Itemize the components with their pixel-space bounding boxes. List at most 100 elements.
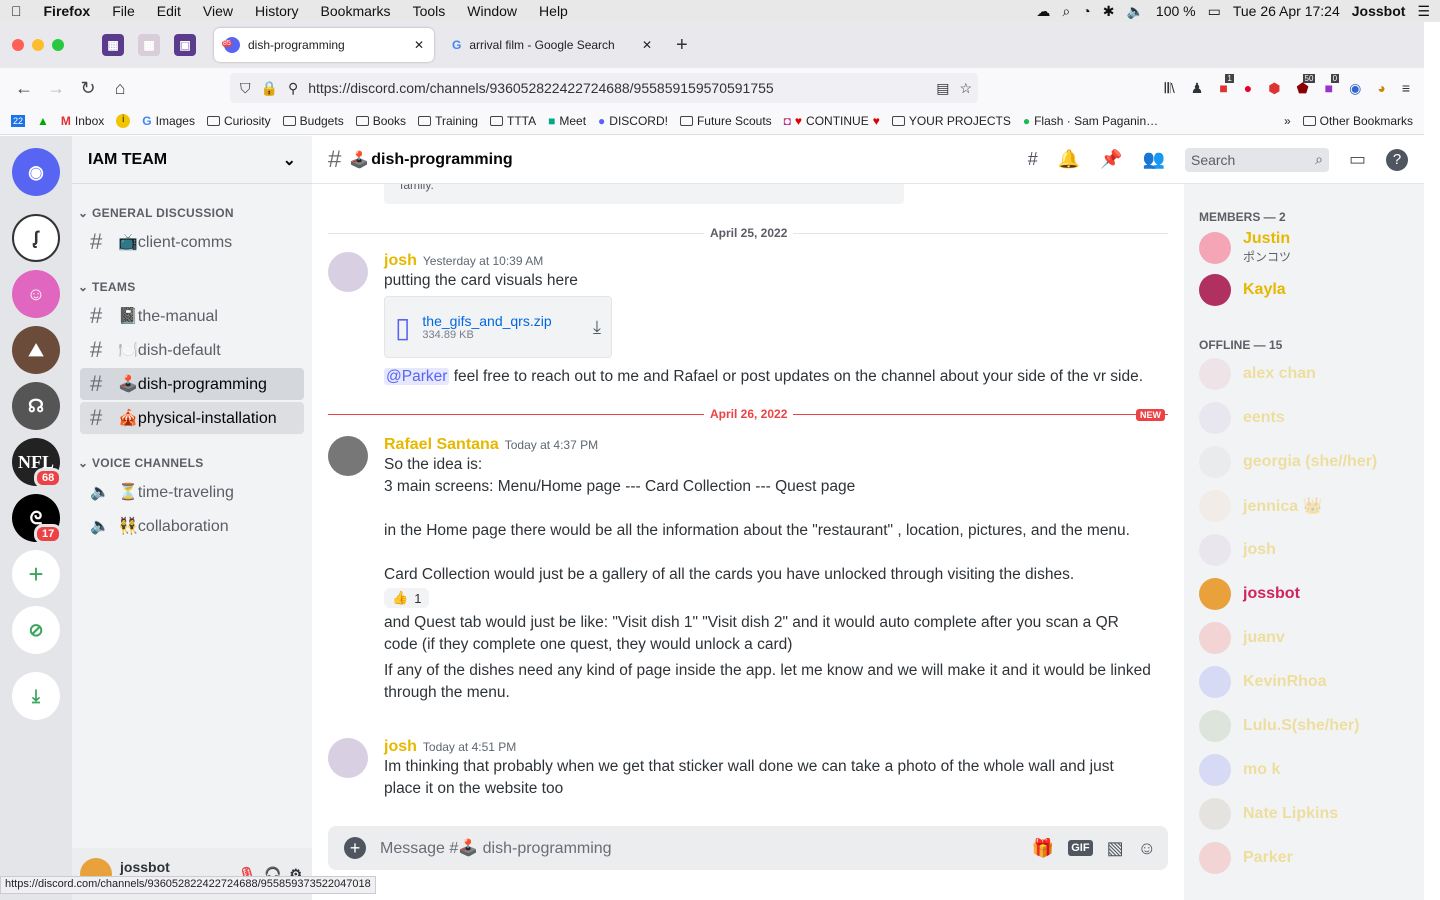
server-robot[interactable]: ☊ bbox=[12, 382, 60, 430]
member-offline[interactable]: eents bbox=[1199, 402, 1285, 434]
extension-monkey-icon[interactable]: ◕ bbox=[1377, 80, 1385, 96]
bookmark-star-icon[interactable]: ☆ bbox=[959, 80, 972, 97]
channel-dish-programming[interactable]: # 🕹️dish-programming bbox=[80, 368, 304, 400]
channel-the-manual[interactable]: # 📓the-manual bbox=[80, 300, 304, 332]
menu-window[interactable]: Window bbox=[456, 3, 528, 19]
extension-icon[interactable]: ♟ bbox=[1191, 80, 1204, 97]
bookmark-training[interactable]: Training bbox=[415, 114, 481, 128]
category-general[interactable]: ⌄ GENERAL DISCUSSION bbox=[78, 206, 234, 220]
member-offline[interactable]: josh bbox=[1199, 534, 1276, 566]
adblock-icon[interactable]: ⬢ bbox=[1268, 80, 1280, 97]
member-offline[interactable]: juanv bbox=[1199, 622, 1285, 654]
menu-file[interactable]: File bbox=[101, 3, 146, 19]
search-icon[interactable]: ⌕ bbox=[1062, 3, 1070, 20]
bookmark-your-projects[interactable]: YOUR PROJECTS bbox=[889, 114, 1014, 128]
channel-physical-installation[interactable]: # 🎪physical-installation bbox=[80, 402, 304, 434]
emoji-picker-icon[interactable]: ☺ bbox=[1138, 838, 1156, 859]
maximize-window-button[interactable] bbox=[52, 39, 64, 51]
gif-button[interactable]: GIF bbox=[1068, 840, 1093, 856]
reaction-thumbs-up[interactable]: 👍 1 bbox=[384, 588, 430, 608]
pinned-tab-trello[interactable]: ▦ bbox=[102, 34, 124, 56]
user-menu[interactable]: Jossbot bbox=[1352, 3, 1406, 19]
search-input[interactable]: Search ⌕ bbox=[1184, 147, 1329, 172]
bookmark-drive[interactable]: ▲ bbox=[34, 114, 52, 128]
avatar[interactable] bbox=[328, 436, 368, 476]
clock[interactable]: Tue 26 Apr 17:24 bbox=[1233, 3, 1340, 19]
creative-cloud-icon[interactable]: ☁ bbox=[1036, 3, 1050, 20]
volume-icon[interactable]: 🔈 bbox=[1126, 3, 1143, 20]
back-icon[interactable]: ← bbox=[8, 78, 40, 99]
gift-icon[interactable]: 🎁 bbox=[1032, 838, 1054, 859]
minimize-window-button[interactable] bbox=[32, 39, 44, 51]
menu-tools[interactable]: Tools bbox=[402, 3, 457, 19]
bookmark-inbox[interactable]: M Inbox bbox=[58, 114, 107, 128]
pinterest-icon[interactable]: ● bbox=[1244, 80, 1252, 96]
pinned-tab-2[interactable]: ▦ bbox=[138, 34, 160, 56]
bluetooth-icon[interactable]: ✱ bbox=[1103, 3, 1115, 20]
bookmark-info[interactable]: i bbox=[113, 114, 133, 128]
user-mention[interactable]: @Parker bbox=[384, 368, 450, 385]
battery-icon[interactable]: ▭ bbox=[1208, 3, 1221, 20]
more-bookmarks-chevron-icon[interactable]: » bbox=[1281, 114, 1294, 128]
channel-dish-default[interactable]: # 🍽️dish-default bbox=[80, 334, 304, 366]
message-composer[interactable]: + Message #🕹️ dish-programming 🎁 GIF ▧ ☺ bbox=[328, 826, 1168, 870]
extension-todoist-icon[interactable]: ■ 1 bbox=[1219, 74, 1234, 96]
help-icon[interactable]: ? bbox=[1386, 148, 1408, 171]
hamburger-menu-icon[interactable]: ≡ bbox=[1402, 80, 1410, 96]
menu-edit[interactable]: Edit bbox=[146, 3, 192, 19]
url-bar[interactable]: ⛉ 🔒 ⚲ https://discord.com/channels/93605… bbox=[230, 73, 978, 103]
extension-blue-icon[interactable]: ◉ bbox=[1349, 80, 1361, 97]
download-apps-icon[interactable]: ⤓ bbox=[12, 672, 60, 720]
member-offline[interactable]: georgia (she//her) bbox=[1199, 446, 1377, 478]
category-voice[interactable]: ⌄ VOICE CHANNELS bbox=[78, 456, 204, 470]
member-offline[interactable]: KevinRhoa bbox=[1199, 666, 1327, 698]
permissions-icon[interactable]: ⚲ bbox=[288, 80, 298, 97]
member-offline[interactable]: Lulu.S(she/her) bbox=[1199, 710, 1359, 742]
bookmark-ttta[interactable]: TTTA bbox=[487, 114, 539, 128]
menu-bookmarks[interactable]: Bookmarks bbox=[310, 3, 402, 19]
message-input-placeholder[interactable]: Message #🕹️ dish-programming bbox=[380, 838, 1018, 858]
extension-purple-icon[interactable]: ■ 0 bbox=[1325, 74, 1340, 96]
avatar[interactable] bbox=[328, 252, 368, 292]
server-colorful[interactable]: ☺ bbox=[12, 270, 60, 318]
member-list-icon[interactable]: 👥 bbox=[1143, 149, 1165, 170]
bookmark-images[interactable]: G Images bbox=[139, 114, 198, 128]
server-iam-team[interactable]: ⛰ bbox=[12, 326, 60, 374]
member-offline[interactable]: mo k bbox=[1199, 754, 1280, 786]
discord-home-icon[interactable]: ◉ bbox=[12, 148, 60, 196]
member-offline[interactable]: Nate Lipkins bbox=[1199, 798, 1338, 830]
menu-help[interactable]: Help bbox=[528, 3, 579, 19]
new-tab-icon[interactable]: + bbox=[676, 34, 688, 57]
close-tab-icon[interactable]: ✕ bbox=[414, 38, 424, 52]
bookmark-books[interactable]: Books bbox=[353, 114, 409, 128]
tab-dish-programming[interactable]: 85 dish-programming ✕ bbox=[214, 28, 434, 62]
reader-view-icon[interactable]: ▤ bbox=[936, 80, 949, 97]
voice-channel-collaboration[interactable]: 🔈 👯collaboration bbox=[80, 510, 304, 542]
apple-menu-icon[interactable]:  bbox=[0, 3, 33, 19]
app-menu-firefox[interactable]: Firefox bbox=[33, 3, 102, 19]
channel-client-comms[interactable]: # 📺client-comms bbox=[80, 226, 304, 258]
control-center-icon[interactable]: ☰ bbox=[1417, 3, 1430, 20]
download-icon[interactable]: ⤓ bbox=[593, 317, 601, 338]
menu-history[interactable]: History bbox=[244, 3, 310, 19]
library-icon[interactable]: 𝄃𝄃\ bbox=[1165, 80, 1175, 97]
reload-icon[interactable]: ↻ bbox=[72, 78, 104, 99]
bookmark-meet[interactable]: ■ Meet bbox=[545, 114, 589, 128]
home-icon[interactable]: ⌂ bbox=[104, 78, 136, 99]
inbox-icon[interactable]: ▭ bbox=[1349, 149, 1366, 170]
close-window-button[interactable] bbox=[12, 39, 24, 51]
add-attachment-icon[interactable]: + bbox=[344, 837, 366, 859]
member-offline[interactable]: jossbot bbox=[1199, 578, 1300, 610]
bookmark-other[interactable]: Other Bookmarks bbox=[1300, 114, 1416, 128]
message-author[interactable]: josh bbox=[384, 738, 417, 755]
wifi-icon[interactable]: ◔ bbox=[1082, 3, 1090, 19]
extension-ublock-icon[interactable]: ⬟ 50 bbox=[1297, 73, 1316, 97]
forward-icon[interactable]: → bbox=[40, 78, 72, 99]
threads-icon[interactable]: # bbox=[1028, 149, 1038, 170]
member-justin[interactable]: Justin ポンコツ bbox=[1199, 230, 1291, 265]
tab-arrival-film[interactable]: G arrival film - Google Search ✕ bbox=[442, 28, 662, 62]
bookmark-future-scouts[interactable]: Future Scouts bbox=[677, 114, 775, 128]
add-server-icon[interactable]: + bbox=[12, 550, 60, 598]
notification-bell-icon[interactable]: 🔔 bbox=[1058, 149, 1080, 170]
member-offline[interactable]: jennica 👑 bbox=[1199, 490, 1323, 522]
